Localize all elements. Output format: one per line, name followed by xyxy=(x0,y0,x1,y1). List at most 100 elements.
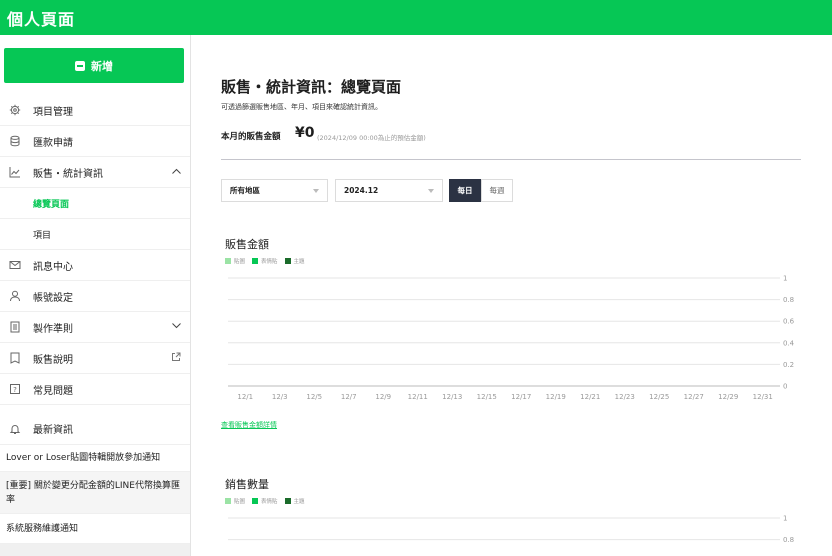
y-tick-label: 1 xyxy=(783,515,787,523)
svg-text:?: ? xyxy=(13,386,17,394)
x-tick-label: 12/5 xyxy=(306,393,322,401)
legend-label: 貼圖 xyxy=(234,259,246,265)
question-icon: ? xyxy=(9,383,21,395)
x-tick-label: 12/19 xyxy=(546,393,566,401)
legend-item: 表情貼 xyxy=(252,257,278,265)
x-tick-label: 12/31 xyxy=(753,393,773,401)
sidebar-item-label: 最新資訊 xyxy=(33,425,73,436)
monthly-sales-label: 本月的販售金額 xyxy=(221,132,281,142)
sidebar-subitem-label: 總覽頁面 xyxy=(33,199,70,210)
y-tick-label: 0.6 xyxy=(783,318,795,326)
sales-amount-chart: 0 0.2 0.4 0.6 0.8 1 12/1 12/3 12/5 12/7 12/9 12/11 1… xyxy=(228,275,795,401)
x-tick-label: 12/3 xyxy=(272,393,288,401)
plus-icon xyxy=(75,60,85,71)
x-tick-label: 12/27 xyxy=(684,393,704,401)
bell-icon xyxy=(9,423,21,435)
sidebar-item-label: 販售說明 xyxy=(33,354,73,366)
sidebar-item-label: 製作準則 xyxy=(33,323,73,335)
x-tick-label: 12/1 xyxy=(237,393,253,401)
y-tick-label: 0 xyxy=(783,383,787,391)
month-select[interactable]: 2024.12 xyxy=(335,179,443,202)
chevron-down-icon xyxy=(172,322,181,332)
sidebar-item-account-settings[interactable]: 帳號設定 xyxy=(0,281,190,312)
legend-swatch xyxy=(284,258,291,264)
external-link-icon xyxy=(171,352,181,365)
document-icon xyxy=(9,321,21,333)
chevron-up-icon xyxy=(172,167,181,177)
top-bar: 個人頁面 xyxy=(0,0,832,35)
monthly-sales-value: ¥0 xyxy=(295,125,315,141)
page-title: 販售・統計資訊：總覽頁面 xyxy=(221,78,402,96)
legend-swatch xyxy=(252,258,259,264)
sales-quantity-chart: 10.8 xyxy=(228,515,794,544)
sidebar-item-label: 訊息中心 xyxy=(33,261,73,273)
sales-amount-legend: 貼圖 表情貼 主題 xyxy=(225,257,312,265)
sidebar-item-guidelines[interactable]: 製作準則 xyxy=(0,312,190,343)
sales-amount-chart-title: 販售金額 xyxy=(225,238,269,251)
y-tick-label: 0.8 xyxy=(783,536,794,544)
x-tick-label: 12/23 xyxy=(615,393,635,401)
sidebar-subitem-overview[interactable]: 總覽頁面 xyxy=(0,188,190,219)
gear-icon xyxy=(9,104,21,116)
sidebar: 新增 項目管理 匯款申請 販售・統計資訊 總覽頁面 項目 訊息中心 帳號設定 製… xyxy=(0,35,191,556)
legend-item: 貼圖 xyxy=(225,497,245,505)
sidebar-item-project-management[interactable]: 項目管理 xyxy=(0,95,190,126)
mail-icon xyxy=(9,259,21,271)
x-tick-label: 12/11 xyxy=(408,393,428,401)
legend-label: 貼圖 xyxy=(234,499,246,505)
legend-swatch xyxy=(252,498,259,504)
sidebar-item-label: 匯款申請 xyxy=(33,137,73,149)
x-tick-label: 12/21 xyxy=(580,393,600,401)
sidebar-item-label: 項目管理 xyxy=(33,106,73,118)
legend-swatch xyxy=(225,258,231,264)
legend-label: 表情貼 xyxy=(261,259,278,265)
x-tick-label: 12/15 xyxy=(477,393,497,401)
new-item-label: 新增 xyxy=(91,59,113,73)
region-select[interactable]: 所有地區 xyxy=(221,179,328,202)
page-header-title: 個人頁面 xyxy=(7,10,76,29)
sidebar-item-label: 常見問題 xyxy=(33,385,73,397)
main-content: 販售・統計資訊：總覽頁面 可透過篩選販售地區、年月、項目來確認統計資訊。 本月的… xyxy=(191,35,832,556)
x-tick-label: 12/17 xyxy=(511,393,531,401)
y-tick-label: 0.2 xyxy=(783,361,794,369)
sidebar-bottom-shade xyxy=(0,544,190,556)
weekly-toggle[interactable]: 每週 xyxy=(481,179,513,202)
sidebar-item-remittance[interactable]: 匯款申請 xyxy=(0,126,190,157)
news-item[interactable]: 系統服務維護通知 xyxy=(0,514,190,544)
x-tick-label: 12/25 xyxy=(649,393,669,401)
y-tick-label: 1 xyxy=(783,275,787,283)
legend-label: 主題 xyxy=(293,259,305,265)
database-icon xyxy=(9,135,21,147)
sidebar-item-latest-news[interactable]: 最新資訊 xyxy=(0,413,190,444)
legend-swatch xyxy=(225,498,231,504)
sidebar-subitem-label: 項目 xyxy=(33,230,52,241)
sidebar-item-faq[interactable]: ? 常見問題 xyxy=(0,374,190,405)
divider xyxy=(221,159,801,160)
legend-item: 表情貼 xyxy=(252,497,278,505)
sidebar-item-message-center[interactable]: 訊息中心 xyxy=(0,250,190,281)
sidebar-item-sales-statistics[interactable]: 販售・統計資訊 xyxy=(0,157,190,188)
legend-swatch xyxy=(284,498,291,504)
news-item[interactable]: Lover or Loser貼圖特輯開放參加通知 xyxy=(0,444,190,472)
sidebar-item-sales-guide[interactable]: 販售說明 xyxy=(0,343,190,374)
chart-icon xyxy=(9,166,21,178)
y-tick-label: 0.8 xyxy=(783,296,794,304)
new-item-button[interactable]: 新增 xyxy=(4,48,184,83)
x-tick-label: 12/7 xyxy=(341,393,357,401)
sales-quantity-chart-title: 銷售數量 xyxy=(225,478,269,491)
sales-quantity-legend: 貼圖 表情貼 主題 xyxy=(225,497,312,505)
x-tick-label: 12/9 xyxy=(375,393,391,401)
caret-down-icon xyxy=(428,189,434,193)
daily-toggle[interactable]: 每日 xyxy=(449,179,481,202)
news-item[interactable]: [重要] 關於變更分配金額的LINE代幣換算匯率 xyxy=(0,472,190,514)
user-icon xyxy=(9,290,21,302)
page-description: 可透過篩選販售地區、年月、項目來確認統計資訊。 xyxy=(221,103,382,111)
y-tick-label: 0.4 xyxy=(783,339,795,347)
sidebar-subitem-items[interactable]: 項目 xyxy=(0,219,190,250)
legend-item: 貼圖 xyxy=(225,257,245,265)
x-tick-label: 12/13 xyxy=(442,393,462,401)
sales-amount-detail-link[interactable]: 查看販售金額詳情 xyxy=(221,420,277,430)
monthly-sales-note: (2024/12/09 00:00為止的預估金額) xyxy=(317,134,426,142)
caret-down-icon xyxy=(313,189,319,193)
sidebar-item-label: 帳號設定 xyxy=(33,292,73,304)
